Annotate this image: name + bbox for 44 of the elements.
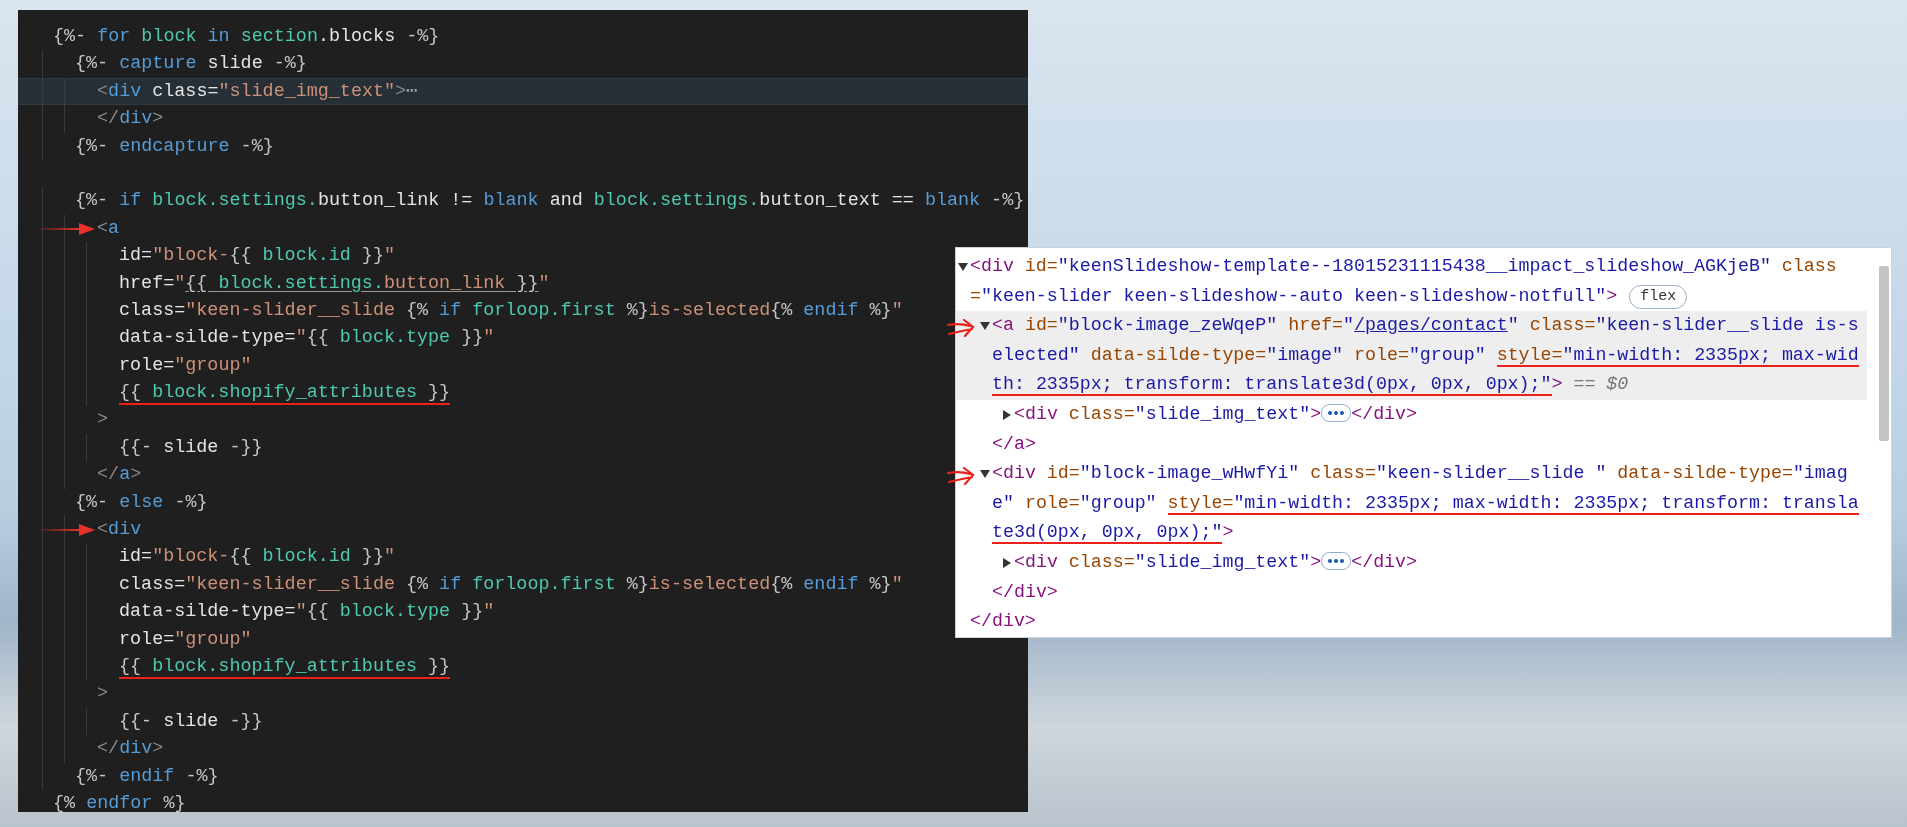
ellipsis-icon[interactable] xyxy=(1321,551,1352,570)
code-line: id="block-{{ block.id }}" xyxy=(119,244,395,269)
code-line: data-silde-type="{{ block.type }}" xyxy=(119,600,495,625)
dom-node[interactable]: </div> xyxy=(992,577,1867,608)
code-line: class="keen-slider__slide {% if forloop.first %}is-selected{% endif %}" xyxy=(119,298,903,323)
code-line: {{ block.shopify_attributes }} xyxy=(119,654,451,681)
code-line: > xyxy=(97,682,109,707)
dom-node[interactable]: <div id="keenSlideshow-template--18015231115438__impact_slideshow_AGKjeB" class="keen-slider keen-slideshow--auto keen-slideshow-notfull"> flex xyxy=(970,252,1867,312)
dom-node[interactable]: <div id="block-image_wHwfYi" class="keen-slider__slide " data-silde-type="image" role="group" style="min-width: 2335px; max-width: 2335px; transform: translate3d(0px, 0px, 0px);"> xyxy=(992,459,1867,548)
expanded-triangle-icon[interactable] xyxy=(980,321,990,332)
code-line: </a> xyxy=(97,463,142,488)
code-line: </div> xyxy=(97,107,164,132)
code-line: {%- capture slide -%} xyxy=(75,52,307,77)
code-line: {% endfor %} xyxy=(53,791,186,816)
code-line: <div class="slide_img_text">⋯ xyxy=(97,79,418,104)
expanded-triangle-icon[interactable] xyxy=(980,469,990,480)
code-line: {{ block.shopify_attributes }} xyxy=(119,381,451,407)
code-line: {%- else -%} xyxy=(75,490,208,515)
flex-badge[interactable]: flex xyxy=(1629,284,1688,309)
code-line: id="block-{{ block.id }}" xyxy=(119,545,395,570)
code-line: {%- if block.settings.button_link != blank and block.settings.button_text == blank -%} xyxy=(75,189,1025,214)
dom-node[interactable]: </div> xyxy=(970,607,1867,637)
collapsed-triangle-icon[interactable] xyxy=(1002,409,1012,420)
code-line: > xyxy=(97,408,109,433)
expanded-triangle-icon[interactable] xyxy=(958,262,968,272)
dom-node[interactable]: <div class="slide_img_text"> </div> xyxy=(1014,547,1867,578)
code-line: {{- slide -}} xyxy=(119,435,263,460)
code-line: {%- endif -%} xyxy=(75,764,219,789)
code-line: role="group" xyxy=(119,353,252,378)
dom-node[interactable]: <div class="slide_img_text"> </div> xyxy=(1014,399,1867,430)
code-line: </div> xyxy=(97,737,164,762)
code-line: role="group" xyxy=(119,627,252,652)
code-line: {%- endcapture -%} xyxy=(75,134,274,159)
code-line: {{- slide -}} xyxy=(119,709,263,734)
collapsed-triangle-icon[interactable] xyxy=(1002,557,1012,568)
dom-node[interactable]: </a> xyxy=(992,429,1867,460)
code-line: href="{{ block.settings.button_link }}" xyxy=(119,271,550,296)
code-line: <div xyxy=(97,516,142,544)
code-line: data-silde-type="{{ block.type }}" xyxy=(119,326,495,351)
code-line: {%- for block in section.blocks -%} xyxy=(53,25,440,49)
scrollbar[interactable] xyxy=(1879,266,1889,441)
ellipsis-icon[interactable] xyxy=(1321,403,1352,422)
code-line: class="keen-slider__slide {% if forloop.first %}is-selected{% endif %}" xyxy=(119,572,903,597)
code-line: <a xyxy=(97,214,120,243)
